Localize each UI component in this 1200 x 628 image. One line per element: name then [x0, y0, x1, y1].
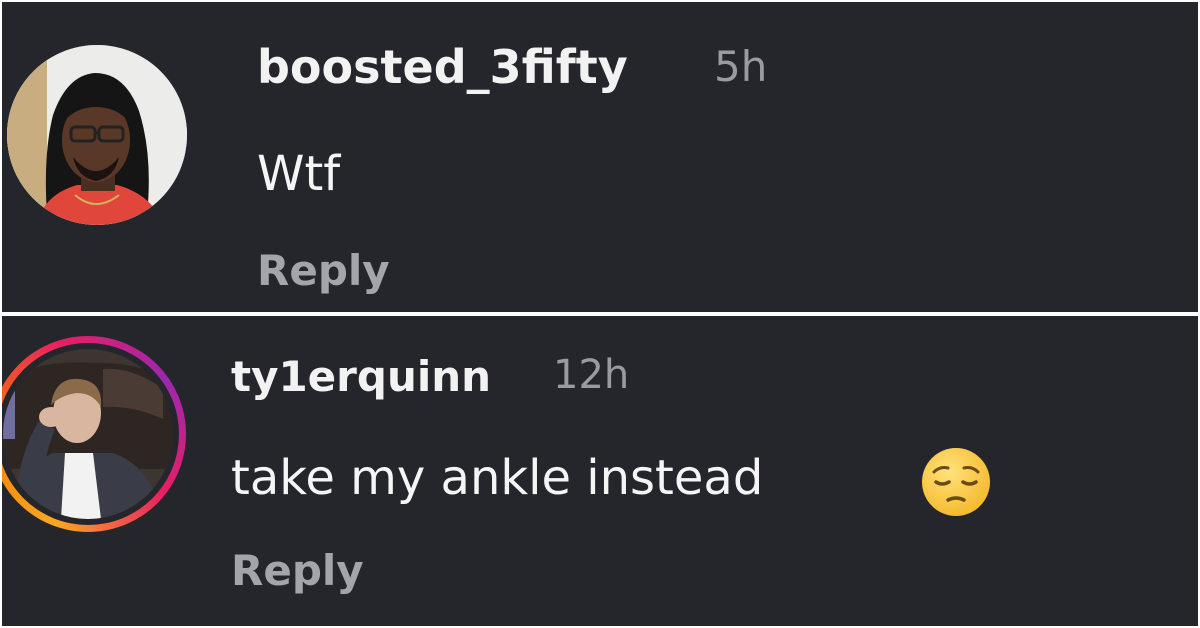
comment-item: boosted_3fifty 5h Wtf Reply	[2, 2, 1198, 312]
comment-item: ty1erquinn 12h take my ankle instead Rep…	[2, 316, 1198, 626]
comment-text: Wtf	[257, 146, 341, 202]
timestamp: 12h	[553, 352, 630, 398]
username[interactable]: boosted_3fifty	[257, 40, 628, 94]
reply-button[interactable]: Reply	[231, 546, 364, 595]
avatar-photo	[3, 349, 173, 519]
comment-text: take my ankle instead	[231, 450, 764, 506]
reply-button[interactable]: Reply	[257, 246, 390, 295]
avatar[interactable]	[3, 349, 173, 519]
pensive-face-icon	[922, 448, 990, 516]
avatar[interactable]	[7, 45, 187, 225]
timestamp: 5h	[714, 42, 768, 91]
avatar-photo	[7, 45, 187, 225]
username[interactable]: ty1erquinn	[231, 352, 491, 401]
